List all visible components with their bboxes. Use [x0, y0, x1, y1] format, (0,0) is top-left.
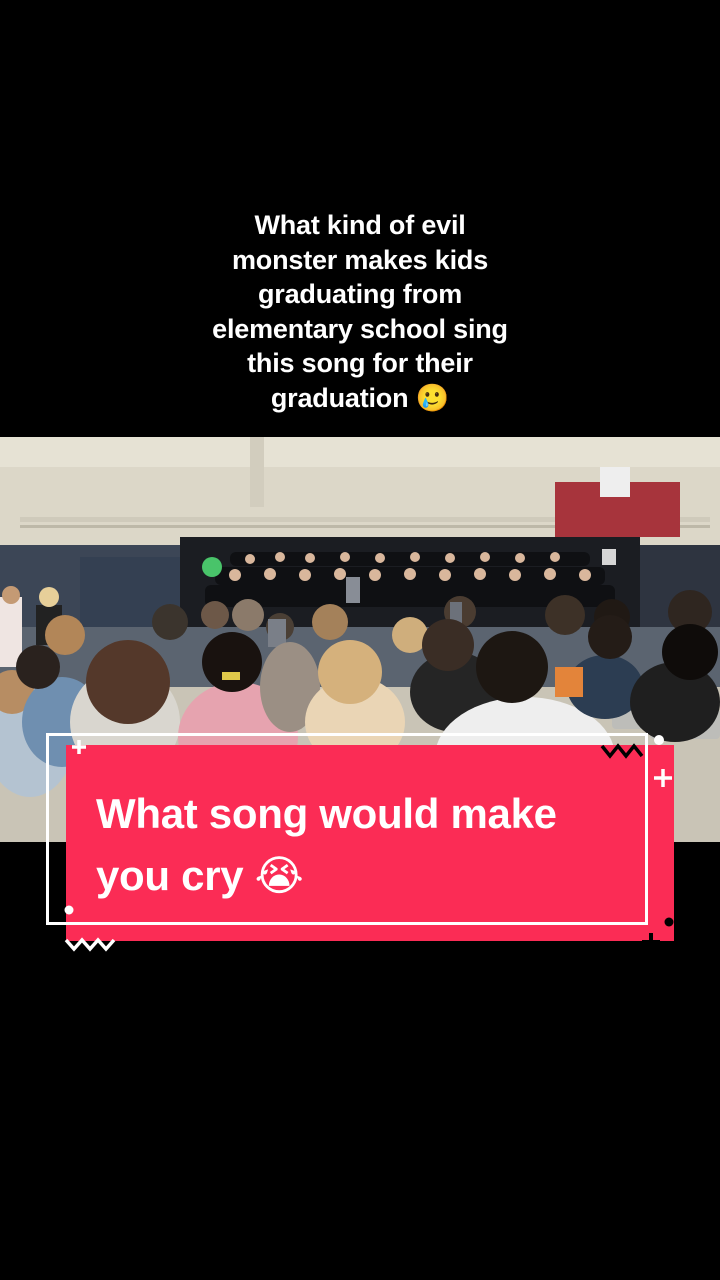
caption-line: monster makes kids — [231, 244, 489, 275]
video-top-caption: What kind of evil monster makes kids gra… — [160, 208, 560, 415]
caption-line: graduating from — [258, 279, 462, 309]
plus-icon — [654, 769, 672, 787]
sticker-line: What song would make — [96, 790, 557, 837]
plus-icon — [642, 933, 660, 951]
dot-icon — [664, 917, 674, 927]
caption-line: elementary school sing — [212, 313, 508, 344]
sticker-text: What song would make you cry 😭 — [96, 783, 636, 907]
zigzag-icon — [600, 743, 644, 759]
caption-line: this song for their — [247, 348, 473, 378]
dot-icon — [654, 735, 664, 745]
zigzag-icon — [64, 937, 116, 952]
caption-line: graduation 🥲 — [270, 382, 450, 413]
sticker-line: you cry 😭 — [96, 852, 304, 899]
dot-icon — [64, 905, 74, 915]
sticker-card[interactable]: What song would make you cry 😭 — [46, 733, 678, 953]
plus-icon — [72, 740, 86, 754]
caption-line: What kind of evil — [254, 210, 466, 240]
